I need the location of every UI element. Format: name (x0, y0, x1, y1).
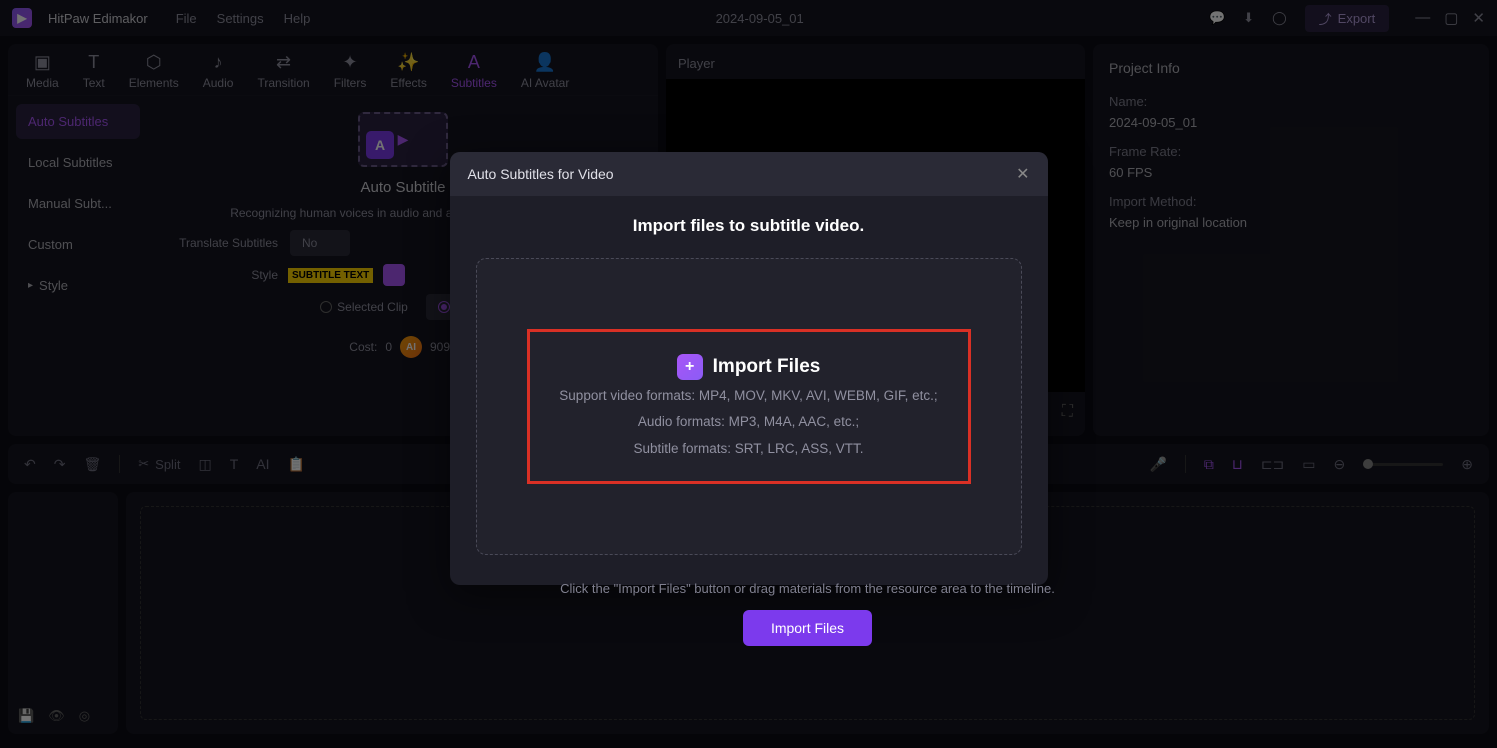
modal-header: Auto Subtitles for Video ✕ (450, 152, 1048, 196)
modal-drop-zone[interactable]: + Import Files Support video formats: MP… (476, 258, 1022, 555)
modal-heading: Import files to subtitle video. (476, 216, 1022, 236)
plus-icon: + (677, 354, 703, 380)
video-formats: Support video formats: MP4, MOV, MKV, AV… (559, 386, 937, 406)
modal-close-button[interactable]: ✕ (1016, 164, 1029, 184)
import-files-box[interactable]: + Import Files Support video formats: MP… (527, 329, 971, 484)
import-files-label: Import Files (713, 356, 821, 378)
modal-body: Import files to subtitle video. + Import… (450, 196, 1048, 585)
audio-formats: Audio formats: MP3, M4A, AAC, etc.; (638, 412, 859, 432)
timeline-import-button[interactable]: Import Files (743, 610, 872, 646)
auto-subtitles-modal: Auto Subtitles for Video ✕ Import files … (450, 152, 1048, 585)
timeline-hint: Click the "Import Files" button or drag … (560, 581, 1055, 596)
modal-title: Auto Subtitles for Video (468, 166, 614, 182)
subtitle-formats: Subtitle formats: SRT, LRC, ASS, VTT. (633, 439, 863, 459)
